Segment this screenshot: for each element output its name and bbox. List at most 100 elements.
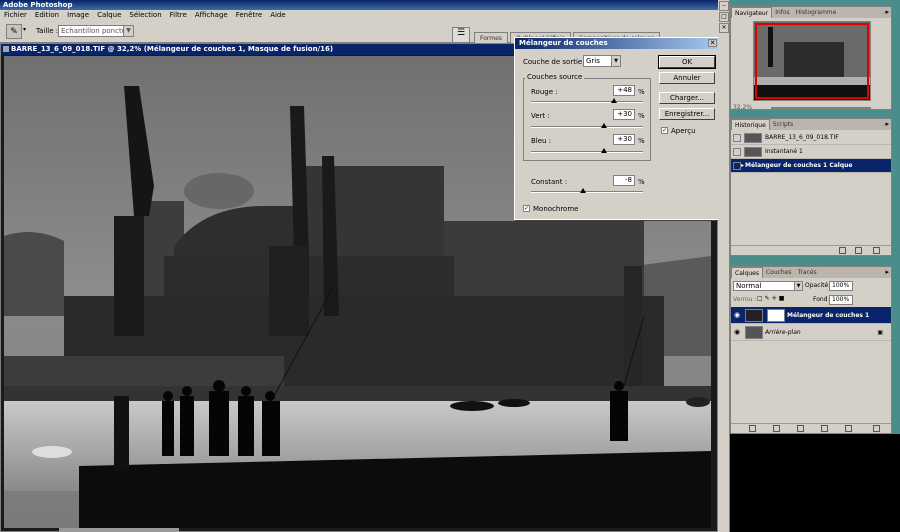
trash-icon[interactable]	[873, 247, 880, 254]
green-value-field[interactable]: +30	[613, 109, 635, 120]
history-item[interactable]: Instantané 1	[731, 145, 891, 159]
sample-size-select[interactable]: Echantillon ponctuel ▼	[58, 25, 134, 37]
constant-percent: %	[638, 178, 645, 186]
history-tabs: Historique Scripts	[731, 119, 891, 130]
tab-info[interactable]: Infos	[772, 7, 792, 18]
layer-row[interactable]: ◉ Mélangeur de couches 1	[731, 307, 891, 324]
new-document-icon[interactable]	[839, 247, 846, 254]
tab-navigator[interactable]: Navigateur	[731, 7, 773, 18]
blue-slider-thumb[interactable]	[600, 148, 607, 153]
window-control-strip: ‒ □ ✕	[718, 0, 730, 532]
panel-menu-icon[interactable]: ▸	[885, 268, 889, 276]
blend-mode-select[interactable]: Normal ▼	[733, 281, 803, 291]
constant-value-field[interactable]: -8	[613, 175, 635, 186]
lock-icons[interactable]: □✎✛■	[757, 295, 786, 302]
navigator-zoom-slider[interactable]	[771, 107, 871, 109]
green-slider-thumb[interactable]	[600, 123, 607, 128]
menu-edit[interactable]: Edition	[35, 10, 59, 21]
add-mask-icon[interactable]	[797, 425, 804, 432]
menu-help[interactable]: Aide	[270, 10, 285, 21]
navigator-view-frame[interactable]	[755, 23, 869, 99]
eyedropper-tool-icon[interactable]: ✎	[6, 24, 22, 39]
tab-channels[interactable]: Couches	[763, 267, 795, 278]
maximize-icon[interactable]: □	[719, 12, 729, 22]
monochrome-checkbox[interactable]: ✓	[523, 205, 530, 212]
fill-field[interactable]: 100%	[829, 295, 853, 305]
lock-label: Verrou :	[733, 296, 757, 303]
menu-file[interactable]: Fichier	[4, 10, 27, 21]
layer-style-icon[interactable]	[773, 425, 780, 432]
menu-image[interactable]: Image	[67, 10, 89, 21]
preview-checkbox[interactable]: ✓	[661, 127, 668, 134]
menu-window[interactable]: Fenêtre	[236, 10, 262, 21]
tab-histogram[interactable]: Histogramme	[793, 7, 840, 18]
eye-icon[interactable]: ◉	[731, 311, 743, 319]
tab-history[interactable]: Historique	[731, 119, 770, 130]
ok-button[interactable]: OK	[658, 55, 716, 69]
history-item[interactable]: BARRE_13_6_09_018.TIF	[731, 131, 891, 145]
layer-row[interactable]: ◉ Arrière-plan ▣	[731, 324, 891, 341]
layers-panel: Calques Couches Tracés ▸ Normal ▼ Opacit…	[730, 266, 892, 434]
minimize-icon[interactable]: ‒	[719, 1, 729, 11]
menu-layer[interactable]: Calque	[97, 10, 121, 21]
monochrome-label: Monochrome	[533, 205, 579, 213]
save-button[interactable]: Enregistrer...	[659, 108, 715, 120]
close-icon[interactable]: ✕	[708, 39, 717, 47]
well-tab-shapes[interactable]: Formes	[474, 32, 508, 43]
menu-view[interactable]: Affichage	[195, 10, 228, 21]
panel-menu-icon[interactable]: ▸	[885, 8, 889, 16]
history-brush-icon[interactable]	[733, 133, 741, 142]
blue-percent: %	[638, 137, 645, 145]
history-item[interactable]: ▸ Mélangeur de couches 1 Calque	[731, 159, 891, 173]
panel-menu-icon[interactable]: ▸	[885, 120, 889, 128]
cancel-button[interactable]: Annuler	[659, 72, 715, 84]
navigator-tabs: Navigateur Infos Histogramme	[731, 7, 891, 18]
new-snapshot-icon[interactable]	[855, 247, 862, 254]
constant-label: Constant :	[531, 178, 568, 186]
app-titlebar: Adobe Photoshop	[0, 0, 718, 10]
link-icon[interactable]	[749, 425, 756, 432]
layers-footer	[731, 423, 891, 433]
opacity-field[interactable]: 100%	[829, 281, 853, 291]
load-button[interactable]: Charger...	[659, 92, 715, 104]
trash-icon[interactable]	[873, 425, 880, 432]
output-channel-select[interactable]: Gris ▼	[583, 55, 621, 67]
layer-thumbnail	[745, 325, 763, 339]
navigator-thumbnail[interactable]	[753, 21, 871, 101]
red-slider-thumb[interactable]	[610, 98, 617, 103]
tool-preset-arrow-icon[interactable]: ▾	[23, 26, 26, 33]
constant-slider-thumb[interactable]	[579, 188, 586, 193]
tab-paths[interactable]: Tracés	[795, 267, 820, 278]
menu-select[interactable]: Sélection	[129, 10, 161, 21]
constant-slider[interactable]	[531, 188, 643, 193]
output-channel-value: Gris	[586, 57, 600, 65]
adjustment-layer-icon	[745, 308, 763, 322]
new-adjustment-icon[interactable]	[821, 425, 828, 432]
layer-label[interactable]: Arrière-plan	[765, 329, 801, 336]
navigator-zoom[interactable]: 32,2%	[733, 104, 752, 111]
layer-label[interactable]: Mélangeur de couches 1	[787, 312, 869, 319]
blue-value-field[interactable]: +30	[613, 134, 635, 145]
history-brush-icon[interactable]	[733, 161, 741, 170]
file-browser-icon[interactable]: ☰	[452, 27, 470, 43]
history-footer	[731, 245, 891, 255]
empty-workspace	[730, 434, 900, 532]
dialog-titlebar: Mélangeur de couches ✕	[515, 38, 719, 49]
new-layer-icon[interactable]	[845, 425, 852, 432]
close-icon[interactable]: ✕	[719, 23, 729, 33]
layer-mask-thumbnail[interactable]	[767, 308, 785, 322]
tab-layers[interactable]: Calques	[731, 267, 763, 278]
history-item-label: Mélangeur de couches 1 Calque	[745, 162, 853, 169]
blue-slider[interactable]	[531, 148, 643, 153]
red-slider[interactable]	[531, 98, 643, 103]
red-value-field[interactable]: +48	[613, 85, 635, 96]
green-slider[interactable]	[531, 123, 643, 128]
source-channels-label: Couches source	[525, 73, 585, 81]
eye-icon[interactable]: ◉	[731, 328, 743, 336]
history-brush-icon[interactable]	[733, 147, 741, 156]
sample-size-label: Taille :	[36, 27, 59, 35]
menu-filter[interactable]: Filtre	[170, 10, 187, 21]
red-percent: %	[638, 88, 645, 96]
history-item-label: BARRE_13_6_09_018.TIF	[765, 134, 839, 141]
tab-scripts[interactable]: Scripts	[770, 119, 797, 130]
